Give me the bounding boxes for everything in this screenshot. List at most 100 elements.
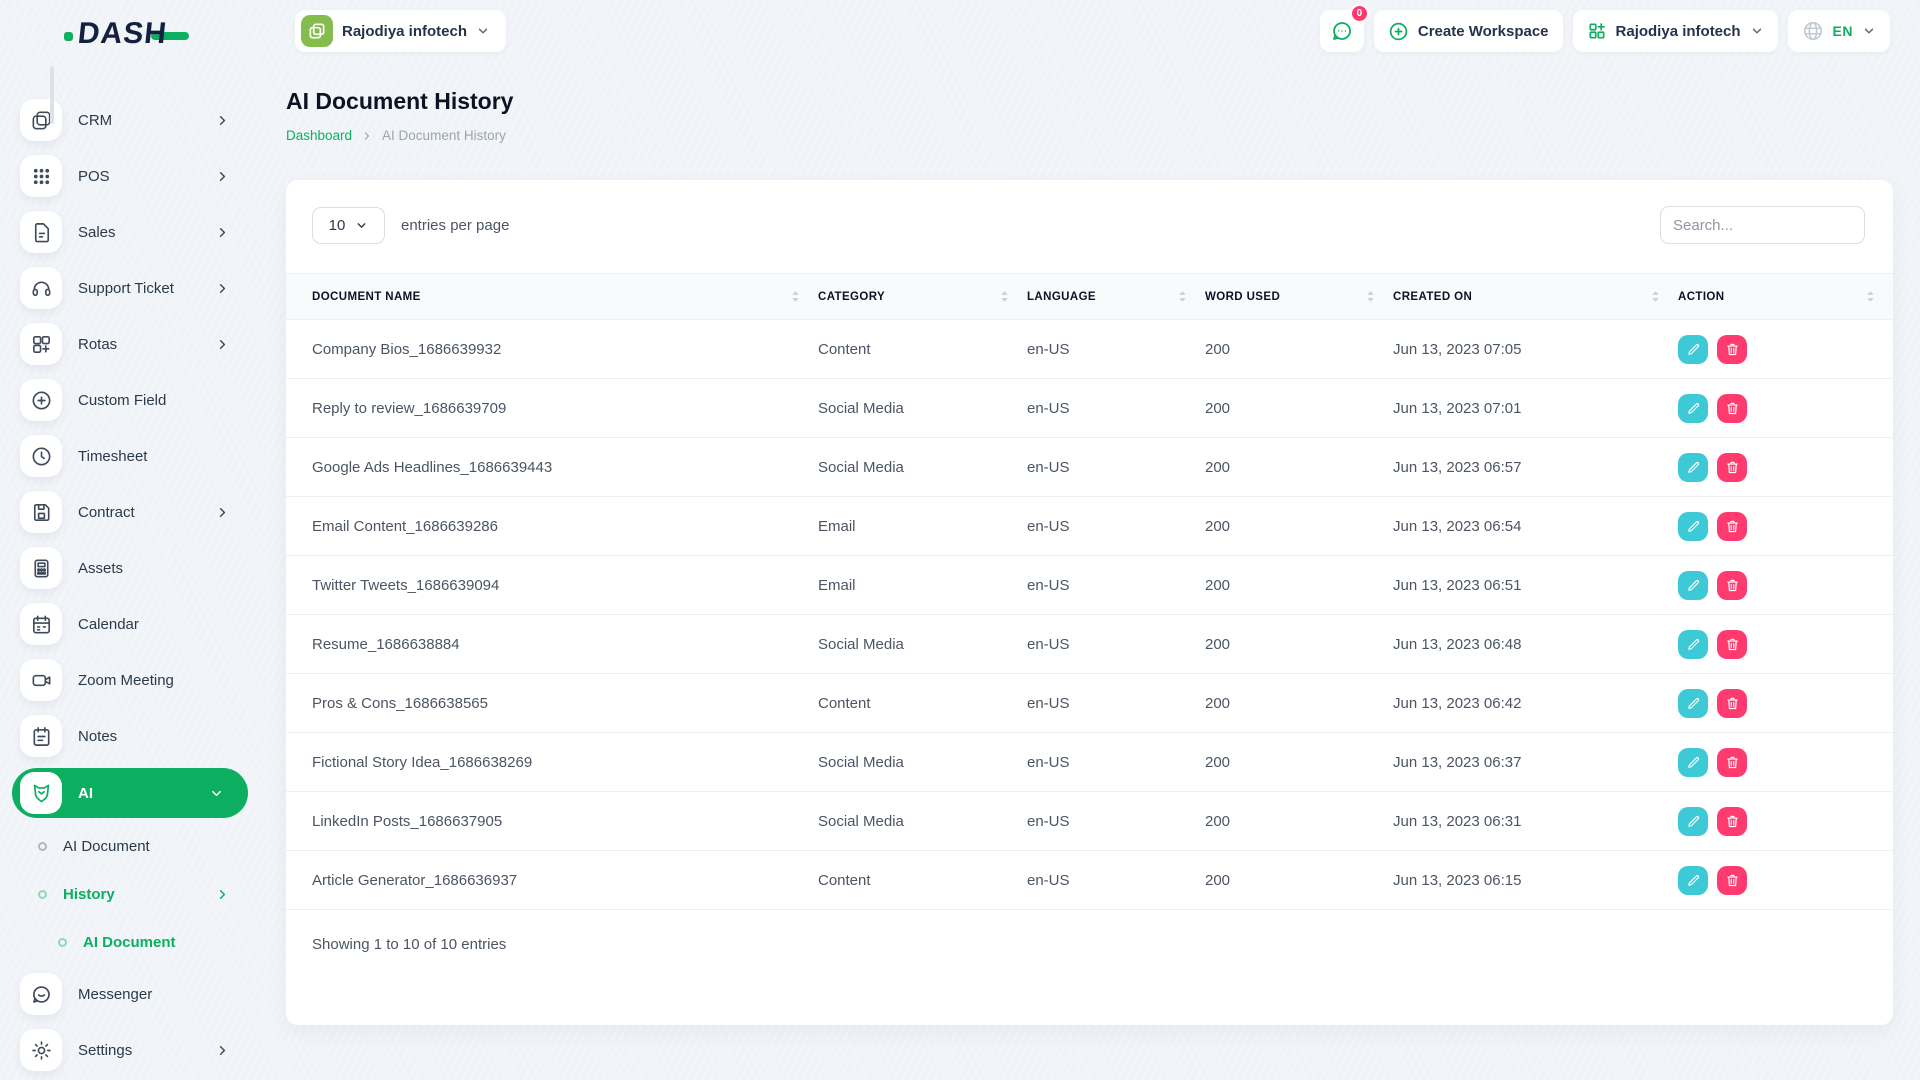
language-code: EN [1832, 23, 1853, 39]
chevron-down-icon [357, 222, 366, 228]
edit-button[interactable] [1678, 570, 1708, 600]
cell-document-name: LinkedIn Posts_1686637905 [286, 791, 818, 851]
chevron-right-icon [219, 171, 226, 181]
table-row: Reply to review_1686639709 Social Media en… [286, 378, 1893, 438]
assets-icon [20, 547, 62, 589]
sidebar-item-rotas[interactable]: Rotas [0, 316, 260, 372]
sidebar-scrollbar[interactable] [50, 66, 54, 124]
bullet-circle-icon [38, 841, 47, 851]
column-header-action[interactable]: ACTION [1678, 273, 1893, 320]
cell-category: Social Media [818, 378, 1027, 438]
cell-category: Email [818, 496, 1027, 556]
chevron-right-icon [219, 283, 226, 293]
language-dropdown[interactable]: EN [1787, 10, 1890, 52]
column-header-created-on[interactable]: CREATED ON [1393, 273, 1678, 320]
table-row: LinkedIn Posts_1686637905 Social Media en-… [286, 791, 1893, 851]
table-card: 10 entries per page DOCUMENT NAMECATEGOR… [286, 180, 1893, 1025]
cell-created-on: Jun 13, 2023 07:01 [1393, 378, 1678, 438]
sidebar-item-timesheet[interactable]: Timesheet [0, 428, 260, 484]
delete-button[interactable] [1717, 334, 1747, 364]
sort-arrows-icon[interactable] [998, 289, 1011, 304]
edit-button[interactable] [1678, 334, 1708, 364]
chevron-right-icon [219, 1045, 226, 1055]
chevron-down-icon [1864, 28, 1874, 34]
sort-arrows-icon[interactable] [1364, 289, 1377, 304]
edit-button[interactable] [1678, 511, 1708, 541]
delete-button[interactable] [1717, 452, 1747, 482]
pencil-icon [1687, 756, 1699, 768]
delete-button[interactable] [1717, 688, 1747, 718]
delete-button[interactable] [1717, 865, 1747, 895]
cell-language: en-US [1027, 850, 1205, 910]
sidebar-subitem-ai-document[interactable]: AI Document [0, 918, 260, 966]
cell-word-used: 200 [1205, 673, 1393, 733]
delete-button[interactable] [1717, 570, 1747, 600]
entries-summary: Showing 1 to 10 of 10 entries [312, 936, 507, 953]
sidebar-item-sales[interactable]: Sales [0, 204, 260, 260]
cell-created-on: Jun 13, 2023 06:31 [1393, 791, 1678, 851]
sidebar-item-zoom-meeting[interactable]: Zoom Meeting [0, 652, 260, 708]
breadcrumb-chevron-icon [364, 131, 370, 140]
sidebar-item-settings[interactable]: Settings [0, 1022, 260, 1078]
delete-button[interactable] [1717, 806, 1747, 836]
sort-arrows-icon[interactable] [1649, 289, 1662, 304]
edit-button[interactable] [1678, 629, 1708, 659]
sidebar-item-calendar[interactable]: Calendar [0, 596, 260, 652]
sort-arrows-icon[interactable] [1176, 289, 1189, 304]
delete-button[interactable] [1717, 629, 1747, 659]
sidebar-subitem-ai-document[interactable]: AI Document [0, 822, 260, 870]
cell-created-on: Jun 13, 2023 07:05 [1393, 319, 1678, 379]
edit-button[interactable] [1678, 452, 1708, 482]
trash-icon [1726, 520, 1738, 532]
delete-button[interactable] [1717, 393, 1747, 423]
sort-arrows-icon[interactable] [789, 289, 802, 304]
cell-language: en-US [1027, 319, 1205, 379]
column-header-word-used[interactable]: WORD USED [1205, 273, 1393, 320]
cell-actions [1678, 791, 1893, 851]
sidebar-item-assets[interactable]: Assets [0, 540, 260, 596]
history-table: DOCUMENT NAME CATEGORY LANGUAGE WORD USED CR… [286, 273, 1893, 910]
cell-category: Content [818, 850, 1027, 910]
messenger-button[interactable]: 0 [1319, 4, 1369, 52]
cell-document-name: Fictional Story Idea_1686638269 [286, 732, 818, 792]
cell-document-name: Company Bios_1686639932 [286, 319, 818, 379]
cell-actions [1678, 614, 1893, 674]
edit-button[interactable] [1678, 806, 1708, 836]
plus-circle-icon [1389, 22, 1408, 40]
create-workspace-button[interactable]: Create Workspace [1373, 10, 1563, 52]
delete-button[interactable] [1717, 747, 1747, 777]
pencil-icon [1687, 343, 1699, 355]
cell-language: en-US [1027, 614, 1205, 674]
chevron-right-icon [219, 115, 226, 125]
sidebar-item-support-ticket[interactable]: Support Ticket [0, 260, 260, 316]
workspace-switcher[interactable]: Rajodiya infotech [295, 10, 507, 52]
sidebar-item-crm[interactable]: CRM [0, 92, 260, 148]
delete-button[interactable] [1717, 511, 1747, 541]
chevron-down-icon [212, 790, 221, 796]
trash-icon [1726, 402, 1738, 414]
sidebar-item-contract[interactable]: Contract [0, 484, 260, 540]
edit-button[interactable] [1678, 865, 1708, 895]
column-header-language[interactable]: LANGUAGE [1027, 273, 1205, 320]
company-dropdown[interactable]: Rajodiya infotech [1572, 10, 1778, 52]
sidebar-item-custom-field[interactable]: Custom Field [0, 372, 260, 428]
topbar: DASH Rajodiya infotech 0 Create Workspac… [0, 0, 1920, 64]
sidebar-item-messenger[interactable]: Messenger [0, 966, 260, 1022]
sidebar-item-pos[interactable]: POS [0, 148, 260, 204]
sort-arrows-icon[interactable] [1864, 289, 1877, 304]
sidebar-item-notes[interactable]: Notes [0, 708, 260, 764]
entries-per-page-select[interactable]: 10 [312, 206, 385, 244]
chat-bubble-icon [1332, 22, 1351, 40]
chevron-down-icon [1752, 28, 1761, 34]
logo-wordmark: DASH [76, 17, 169, 50]
column-header-document-name[interactable]: DOCUMENT NAME [286, 273, 818, 320]
ai-icon [20, 772, 62, 814]
column-header-category[interactable]: CATEGORY [818, 273, 1027, 320]
edit-button[interactable] [1678, 747, 1708, 777]
search-input[interactable] [1660, 206, 1865, 244]
sidebar-item-ai[interactable]: AI [12, 768, 248, 818]
edit-button[interactable] [1678, 688, 1708, 718]
sidebar-subitem-history[interactable]: History [0, 870, 260, 918]
breadcrumb-dashboard-link[interactable]: Dashboard [286, 128, 352, 143]
edit-button[interactable] [1678, 393, 1708, 423]
